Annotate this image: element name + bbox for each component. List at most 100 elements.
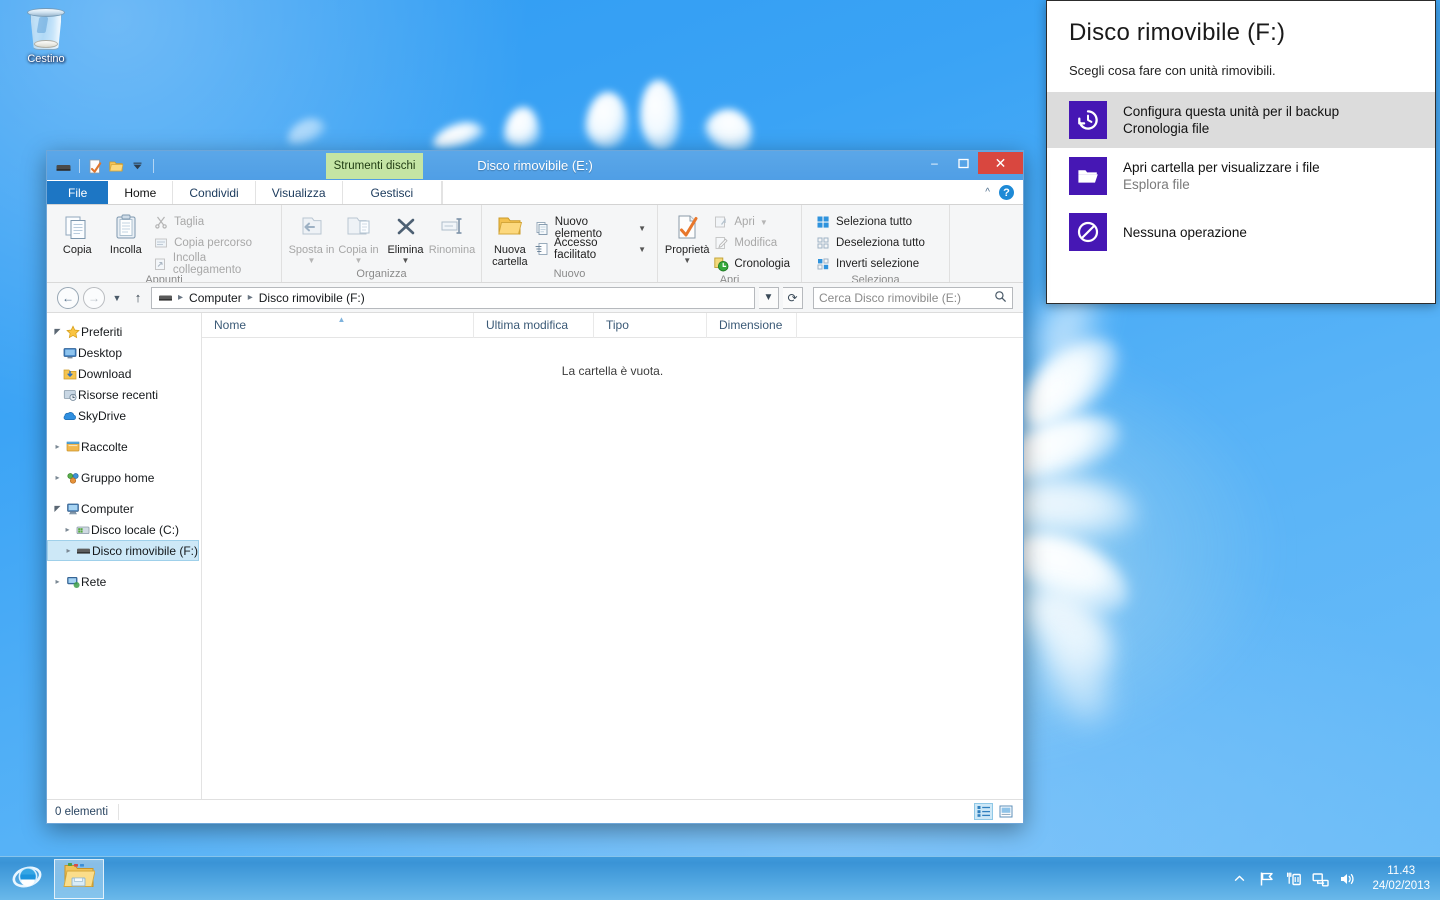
breadcrumb-separator[interactable]: ▸	[248, 292, 253, 303]
column-header-ultima-modifica[interactable]: Ultima modifica	[474, 313, 594, 338]
taskbar-clock[interactable]: 11.43 24/02/2013	[1366, 864, 1430, 894]
column-header-nome[interactable]: ▲ Nome	[202, 313, 474, 338]
ribbon-button-proprieta[interactable]: Proprietà ▼	[664, 209, 710, 265]
action-center-flag-icon[interactable]	[1258, 870, 1275, 887]
expander-closed-icon[interactable]: ▸	[61, 525, 74, 534]
ribbon-button-incolla[interactable]: Incolla	[102, 209, 151, 256]
breadcrumb-computer[interactable]: Computer	[186, 291, 245, 305]
ribbon-button-copia-percorso[interactable]: Copia percorso	[150, 233, 275, 253]
column-header-dimensione[interactable]: Dimensione	[707, 313, 797, 338]
large-icons-view-icon[interactable]	[996, 803, 1015, 820]
expander-closed-icon[interactable]: ▸	[62, 546, 75, 555]
nav-item-disco-locale-c[interactable]: ▸ Disco locale (C:)	[47, 519, 201, 540]
taskbar-internet-explorer[interactable]	[2, 859, 52, 899]
ribbon-button-apri[interactable]: Apri ▼	[710, 212, 795, 232]
ribbon-tab-strip[interactable]: File Home Condividi Visualizza Gestisci …	[47, 180, 1023, 205]
maximize-button[interactable]	[949, 152, 978, 174]
ribbon-button-inverti-selezione[interactable]: Inverti selezione	[812, 254, 930, 274]
ribbon[interactable]: Copia Incolla Taglia Copia percorso Inco…	[47, 205, 1023, 283]
window-controls[interactable]: – ✕	[920, 151, 1023, 181]
ribbon-button-cronologia[interactable]: Cronologia	[710, 254, 795, 274]
autoplay-option-file-history[interactable]: Configura questa unità per il backup Cro…	[1047, 92, 1435, 148]
ribbon-button-copia[interactable]: Copia	[53, 209, 102, 256]
tab-file[interactable]: File	[47, 181, 109, 204]
search-icon[interactable]	[994, 290, 1007, 306]
autoplay-option-open-folder[interactable]: Apri cartella per visualizzare i file Es…	[1047, 148, 1435, 204]
ribbon-button-elimina[interactable]: Elimina ▼	[382, 209, 429, 265]
desktop-icon-recycle-bin[interactable]: Cestino	[8, 4, 84, 66]
chevron-down-icon[interactable]: ▼	[683, 256, 691, 265]
taskbar[interactable]: 11.43 24/02/2013	[0, 856, 1440, 900]
safely-remove-hardware-icon[interactable]	[1285, 870, 1302, 887]
collapse-ribbon-chevron-icon[interactable]: ^	[985, 187, 990, 198]
column-headers[interactable]: ▲ Nome Ultima modifica Tipo Dimensione	[202, 313, 1023, 338]
file-explorer-window[interactable]: Strumenti dischi Disco rimovibile (E:) –…	[46, 150, 1024, 824]
tab-condividi[interactable]: Condividi	[173, 181, 256, 204]
desktop[interactable]: Cestino Disco rimovibile (F:) Scegli cos…	[0, 0, 1440, 900]
ribbon-button-sposta-in[interactable]: Sposta in ▼	[288, 209, 335, 265]
system-tray[interactable]: 11.43 24/02/2013	[1231, 864, 1440, 894]
nav-item-skydrive[interactable]: SkyDrive	[47, 405, 201, 426]
expander-closed-icon[interactable]: ▸	[51, 442, 64, 451]
chevron-down-icon[interactable]: ▼	[638, 245, 646, 254]
volume-speaker-icon[interactable]	[1339, 870, 1356, 887]
tab-home[interactable]: Home	[108, 181, 174, 204]
close-button[interactable]: ✕	[978, 152, 1023, 174]
chevron-down-icon[interactable]: ▼	[402, 256, 410, 265]
minimize-button[interactable]: –	[920, 152, 949, 174]
nav-item-disco-rimovibile-f[interactable]: ▸ Disco rimovibile (F:)	[47, 540, 199, 561]
chevron-down-icon[interactable]: ▼	[760, 218, 768, 227]
nav-item-rete[interactable]: ▸ Rete	[47, 571, 201, 592]
ribbon-button-seleziona-tutto[interactable]: Seleziona tutto	[812, 212, 930, 232]
address-dropdown-icon[interactable]: ▼	[759, 286, 779, 309]
qat-customize-icon[interactable]	[129, 158, 146, 175]
up-arrow-icon[interactable]: ↑	[129, 287, 147, 309]
tab-visualizza[interactable]: Visualizza	[256, 181, 343, 204]
breadcrumb-separator[interactable]: ▸	[178, 292, 183, 303]
autoplay-option-no-action[interactable]: Nessuna operazione	[1047, 204, 1435, 260]
help-icon[interactable]: ?	[999, 185, 1014, 200]
qat-properties-icon[interactable]	[87, 158, 104, 175]
column-header-tipo[interactable]: Tipo	[594, 313, 707, 338]
expander-open-icon[interactable]: ◤	[51, 327, 64, 336]
network-status-icon[interactable]	[1312, 870, 1330, 887]
ribbon-button-nuova-cartella[interactable]: Nuova cartella	[488, 209, 532, 268]
autoplay-notification[interactable]: Disco rimovibile (F:) Scegli cosa fare c…	[1046, 0, 1436, 304]
ribbon-button-incolla-collegamento[interactable]: Incolla collegamento	[150, 252, 275, 276]
ribbon-button-copia-in[interactable]: Copia in ▼	[335, 209, 382, 265]
recent-locations-icon[interactable]: ▼	[109, 287, 125, 309]
ribbon-button-rinomina[interactable]: Rinomina	[429, 209, 475, 256]
taskbar-file-explorer[interactable]	[54, 858, 104, 899]
ribbon-button-taglia[interactable]: Taglia	[150, 212, 275, 232]
nav-item-desktop[interactable]: Desktop	[47, 342, 201, 363]
file-list-pane[interactable]: ▲ Nome Ultima modifica Tipo Dimensione L…	[202, 313, 1023, 799]
navigation-pane[interactable]: ◤ Preferiti Desktop Download Risorse rec…	[47, 313, 202, 799]
expander-closed-icon[interactable]: ▸	[51, 577, 64, 586]
nav-item-preferiti[interactable]: ◤ Preferiti	[47, 321, 201, 342]
nav-item-gruppo-home[interactable]: ▸ Gruppo home	[47, 467, 201, 488]
view-mode-buttons[interactable]	[974, 803, 1015, 820]
expander-open-icon[interactable]: ◤	[51, 504, 64, 513]
show-hidden-icons-chevron-icon[interactable]	[1231, 870, 1248, 887]
search-input[interactable]: Cerca Disco rimovibile (E:)	[813, 286, 1013, 309]
ribbon-button-nuovo-elemento[interactable]: Nuovo elemento ▼	[532, 216, 651, 240]
ribbon-button-deseleziona-tutto[interactable]: Deseleziona tutto	[812, 233, 930, 253]
ribbon-button-modifica[interactable]: Modifica	[710, 233, 795, 253]
qat-drive-icon[interactable]	[55, 158, 72, 175]
chevron-down-icon[interactable]: ▼	[355, 256, 363, 265]
nav-item-risorse-recenti[interactable]: Risorse recenti	[47, 384, 201, 405]
forward-arrow-icon[interactable]: →	[83, 286, 105, 309]
chevron-down-icon[interactable]: ▼	[308, 256, 316, 265]
address-bar-row[interactable]: ← → ▼ ↑ ▸ Computer ▸ Disco rimovibile (F…	[47, 283, 1023, 313]
address-breadcrumb-bar[interactable]: ▸ Computer ▸ Disco rimovibile (F:)	[151, 286, 755, 309]
tab-gestisci[interactable]: Gestisci	[343, 181, 443, 204]
details-view-icon[interactable]	[974, 803, 993, 820]
breadcrumb-current-drive[interactable]: Disco rimovibile (F:)	[256, 291, 368, 305]
nav-item-download[interactable]: Download	[47, 363, 201, 384]
window-title-bar[interactable]: Strumenti dischi Disco rimovibile (E:) –…	[47, 151, 1023, 181]
quick-access-toolbar[interactable]	[47, 158, 157, 175]
back-arrow-icon[interactable]: ←	[57, 286, 79, 309]
ribbon-button-accesso-facilitato[interactable]: Accesso facilitato ▼	[532, 237, 651, 261]
chevron-down-icon[interactable]: ▼	[638, 224, 646, 233]
expander-closed-icon[interactable]: ▸	[51, 473, 64, 482]
